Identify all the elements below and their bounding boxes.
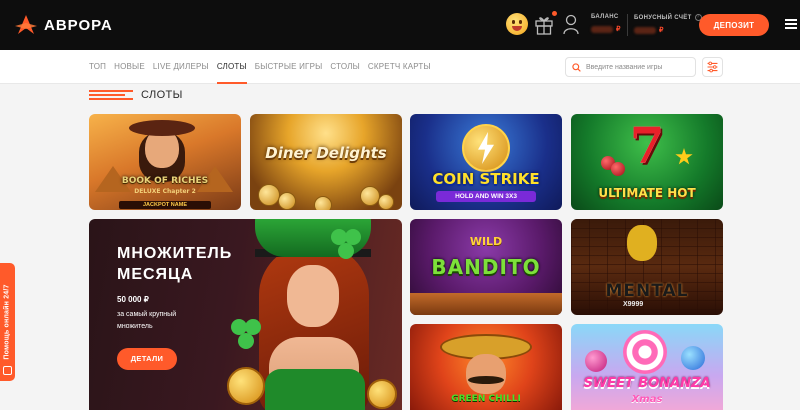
menu-icon[interactable] bbox=[785, 18, 797, 30]
coin-decoration bbox=[258, 184, 280, 206]
candy-icon bbox=[585, 350, 607, 372]
help-online-tab[interactable]: Помощь онлайн 24/7 bbox=[0, 263, 15, 381]
game-title: GREEN CHILLI bbox=[451, 394, 521, 404]
game-card-diner-delights[interactable]: Diner Delights bbox=[250, 114, 402, 210]
tab-fast-games[interactable]: БЫСТРЫЕ ИГРЫ bbox=[255, 50, 323, 84]
balance-label: БАЛАНС bbox=[591, 14, 619, 20]
section-header: СЛОТЫ bbox=[89, 89, 183, 101]
character-face bbox=[466, 354, 506, 394]
user-icon[interactable] bbox=[562, 13, 580, 35]
game-card-coin-strike[interactable]: COIN STRIKE HOLD AND WIN 3X3 bbox=[410, 114, 562, 210]
star-icon bbox=[675, 148, 693, 165]
logo[interactable]: АВРОРА bbox=[14, 14, 113, 36]
game-title: COIN STRIKE bbox=[432, 170, 540, 188]
promo-title: МНОЖИТЕЛЬ МЕСЯЦА bbox=[117, 245, 233, 283]
game-title: BOOK OF RICHES bbox=[121, 176, 209, 186]
help-label: Помощь онлайн 24/7 bbox=[3, 284, 11, 360]
game-title: MENTAL bbox=[605, 281, 689, 301]
character-hat bbox=[129, 120, 195, 136]
jackpot-strip: JACKPOT NAME bbox=[119, 201, 211, 209]
coin-decoration bbox=[227, 367, 265, 405]
game-card-green-chilli[interactable]: GREEN CHILLI bbox=[410, 324, 562, 410]
balance-currency: ₽ bbox=[616, 26, 621, 33]
ground-decoration bbox=[410, 293, 562, 315]
section-title: СЛОТЫ bbox=[141, 89, 183, 101]
candy-icon bbox=[681, 346, 705, 370]
game-card-book-of-riches[interactable]: BOOK OF RICHES DELUXE Chapter 2 JACKPOT … bbox=[89, 114, 241, 210]
logo-text: АВРОРА bbox=[44, 16, 113, 34]
promo-banner: МНОЖИТЕЛЬ МЕСЯЦА 50 000 ₽ за самый крупн… bbox=[89, 219, 402, 410]
top-header: АВРОРА БАЛАНС ₽ БОНУСНЫЙ СЧЁТ ? ₽ ДЕПОЗИ… bbox=[0, 0, 800, 50]
bonus-value-hidden bbox=[634, 26, 656, 34]
game-subtitle: X9999 bbox=[623, 301, 644, 308]
character-face bbox=[627, 225, 657, 261]
promo-description: за самый крупный множитель bbox=[117, 311, 177, 330]
game-title: Diner Delights bbox=[265, 144, 387, 162]
game-card-wild-bandito[interactable]: WILD BANDITO bbox=[410, 219, 562, 315]
game-card-ultimate-hot[interactable]: 7 ULTIMATE HOT bbox=[571, 114, 723, 210]
tab-tables[interactable]: СТОЛЫ bbox=[330, 50, 360, 84]
category-tabs: ТОП НОВЫЕ LIVE ДИЛЕРЫ СЛОТЫ БЫСТРЫЕ ИГРЫ… bbox=[89, 50, 439, 84]
tab-slots[interactable]: СЛОТЫ bbox=[216, 50, 247, 84]
game-subtitle: HOLD AND WIN 3X3 bbox=[436, 191, 536, 202]
header-divider bbox=[627, 14, 628, 36]
coin-decoration bbox=[278, 192, 296, 210]
notification-dot bbox=[552, 11, 557, 16]
search-icon[interactable] bbox=[572, 63, 581, 72]
tab-top[interactable]: ТОП bbox=[89, 50, 106, 84]
tab-scratch-cards[interactable]: СКРЕТЧ КАРТЫ bbox=[368, 50, 431, 84]
game-subtitle: WILD bbox=[469, 235, 503, 248]
game-card-sweet-bonanza-xmas[interactable]: SWEET BONANZA Xmas bbox=[571, 324, 723, 410]
game-title: BANDITO bbox=[431, 255, 541, 279]
clover-icon bbox=[231, 319, 265, 353]
game-title: SWEET BONANZA bbox=[583, 376, 711, 391]
coin-decoration bbox=[378, 194, 394, 210]
tab-live-dealers[interactable]: LIVE ДИЛЕРЫ bbox=[153, 50, 209, 84]
balance-block: БАЛАНС ₽ bbox=[591, 14, 620, 33]
deposit-button[interactable]: ДЕПОЗИТ bbox=[699, 14, 769, 36]
seven-symbol-icon: 7 bbox=[629, 116, 665, 175]
coin-decoration bbox=[314, 196, 332, 210]
lollipop-icon bbox=[623, 330, 667, 374]
game-card-mental[interactable]: MENTAL X9999 bbox=[571, 219, 723, 315]
filter-icon[interactable] bbox=[702, 57, 723, 77]
clover-icon bbox=[331, 229, 365, 263]
bonus-block: БОНУСНЫЙ СЧЁТ ? ₽ bbox=[634, 14, 702, 34]
aurora-logo-icon bbox=[15, 15, 37, 34]
bonus-label: БОНУСНЫЙ СЧЁТ bbox=[634, 14, 692, 21]
gift-icon[interactable] bbox=[534, 13, 554, 35]
bonus-currency: ₽ bbox=[659, 27, 664, 34]
tab-new[interactable]: НОВЫЕ bbox=[114, 50, 145, 84]
coin-decoration bbox=[360, 186, 380, 206]
game-subtitle: Xmas bbox=[631, 394, 663, 405]
mustache-decoration bbox=[468, 376, 504, 384]
game-title: ULTIMATE HOT bbox=[598, 186, 696, 200]
category-bar: ТОП НОВЫЕ LIVE ДИЛЕРЫ СЛОТЫ БЫСТРЫЕ ИГРЫ… bbox=[0, 50, 800, 84]
game-subtitle: DELUXE Chapter 2 bbox=[134, 188, 196, 195]
coin-decoration bbox=[367, 379, 397, 409]
chat-icon bbox=[3, 366, 12, 375]
promo-amount: 50 000 ₽ bbox=[117, 295, 149, 304]
search-box bbox=[565, 57, 696, 77]
details-button[interactable]: ДЕТАЛИ bbox=[117, 348, 177, 370]
search-input[interactable] bbox=[586, 60, 692, 74]
balance-value-hidden bbox=[591, 25, 613, 33]
emoji-face-icon[interactable] bbox=[506, 13, 528, 35]
section-lines-icon bbox=[89, 90, 133, 100]
